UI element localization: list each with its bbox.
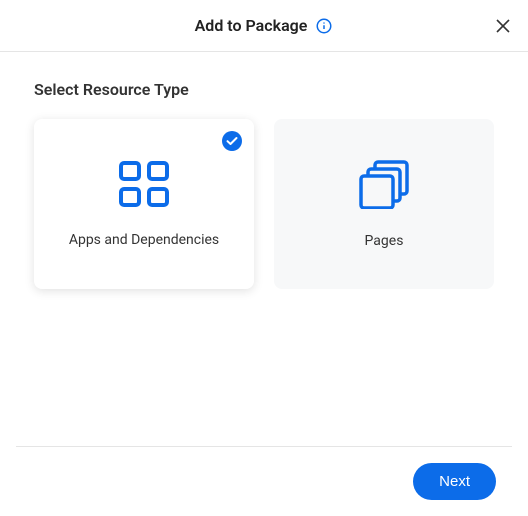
close-button[interactable] — [492, 15, 514, 37]
card-label: Pages — [365, 233, 404, 249]
next-button[interactable]: Next — [413, 463, 496, 500]
info-icon[interactable] — [315, 17, 333, 35]
dialog-content: Select Resource Type Apps and Dependenci… — [0, 52, 528, 317]
card-pages[interactable]: Pages — [274, 119, 494, 289]
close-icon — [496, 19, 510, 33]
check-icon — [222, 131, 242, 151]
apps-grid-icon — [118, 160, 170, 208]
dialog-footer: Next — [16, 446, 512, 516]
dialog-header: Add to Package — [0, 0, 528, 52]
dialog-title: Add to Package — [195, 16, 308, 35]
pages-stack-icon — [357, 159, 411, 209]
section-title: Select Resource Type — [34, 80, 494, 99]
card-apps-and-dependencies[interactable]: Apps and Dependencies — [34, 119, 254, 289]
resource-type-cards: Apps and Dependencies Pages — [34, 119, 494, 289]
card-label: Apps and Dependencies — [69, 232, 219, 248]
